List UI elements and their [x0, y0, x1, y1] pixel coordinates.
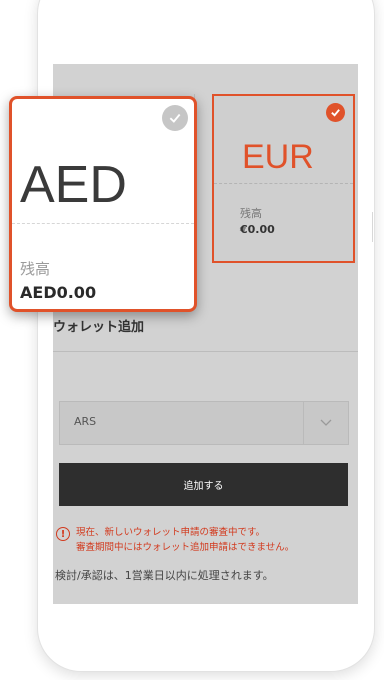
- section-divider: [53, 351, 358, 352]
- add-wallet-title: ウォレット追加: [53, 320, 145, 335]
- wallet-currency-code: AED: [20, 156, 127, 214]
- add-wallet-button[interactable]: 追加する: [59, 463, 348, 506]
- warning-icon: !: [56, 527, 70, 541]
- wallet-card-eur[interactable]: EUR 残高 €0.00: [212, 94, 355, 263]
- review-note: 検討/承認は、1営業日以内に処理されます。: [55, 569, 274, 582]
- balance-value: €0.00: [240, 223, 275, 236]
- pending-notice: ! 現在、新しいウォレット申請の審査中です。 審査期間中にはウォレット追加申請は…: [56, 525, 294, 555]
- balance-label: 残高: [240, 207, 262, 220]
- wallet-card-aed[interactable]: AED 残高 AED0.00: [9, 96, 197, 312]
- notice-line-1: 現在、新しいウォレット申請の審査中です。: [76, 527, 266, 538]
- selected-check-icon: [326, 103, 345, 122]
- notice-text: 現在、新しいウォレット申請の審査中です。 審査期間中にはウォレット追加申請はでき…: [76, 525, 294, 555]
- card-dashed-divider: [214, 183, 353, 184]
- side-button: [372, 212, 377, 242]
- currency-select-value: ARS: [74, 415, 97, 428]
- card-dashed-divider: [12, 223, 194, 224]
- currency-select[interactable]: ARS: [59, 401, 349, 445]
- chevron-down-icon[interactable]: [303, 402, 348, 444]
- notice-line-2: 審査期間中にはウォレット追加申請はできません。: [76, 542, 295, 553]
- wallet-currency-code: EUR: [242, 138, 314, 176]
- unselected-check-icon: [162, 105, 188, 131]
- balance-value: AED0.00: [20, 283, 97, 302]
- balance-label: 残高: [20, 260, 51, 278]
